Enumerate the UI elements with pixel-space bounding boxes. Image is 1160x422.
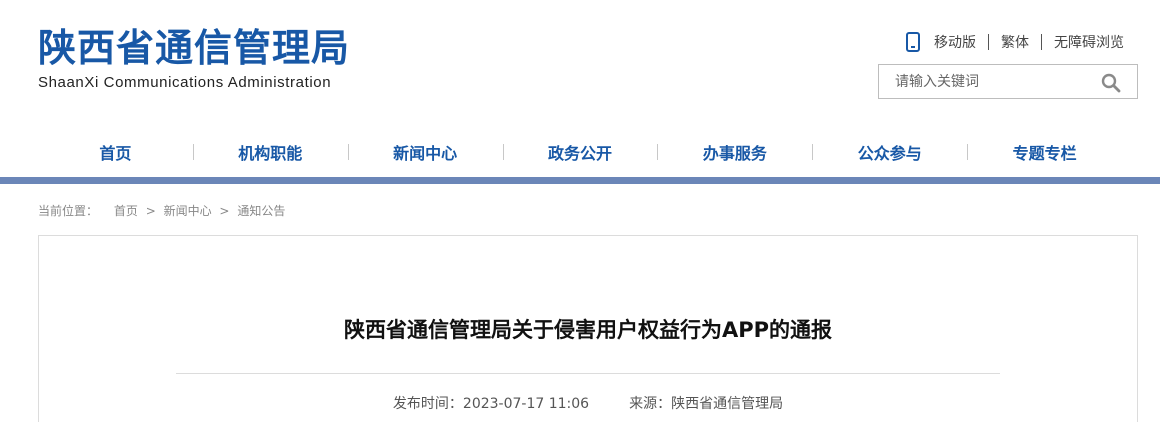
title-divider bbox=[176, 373, 1000, 374]
link-divider bbox=[1041, 34, 1042, 50]
top-links: 移动版 繁体 无障碍浏览 bbox=[906, 32, 1124, 52]
article-source: 陕西省通信管理局 bbox=[671, 396, 784, 412]
link-divider bbox=[988, 34, 989, 50]
publish-time-label: 发布时间： bbox=[392, 396, 463, 412]
nav-item-news[interactable]: 新闻中心 bbox=[347, 140, 503, 164]
breadcrumb-separator: > bbox=[145, 204, 156, 218]
nav-underline-bar bbox=[0, 177, 1160, 184]
breadcrumb-separator: > bbox=[219, 204, 230, 218]
nav-item-organization[interactable]: 机构职能 bbox=[192, 140, 348, 164]
nav-item-special-topics[interactable]: 专题专栏 bbox=[967, 140, 1122, 164]
accessibility-link[interactable]: 无障碍浏览 bbox=[1054, 32, 1124, 52]
site-title[interactable]: 陕西省通信管理局 bbox=[38, 24, 350, 72]
mobile-version-link[interactable]: 移动版 bbox=[934, 32, 976, 52]
nav-item-home[interactable]: 首页 bbox=[38, 140, 193, 164]
breadcrumb-item-notices[interactable]: 通知公告 bbox=[237, 204, 285, 218]
breadcrumb-item-home[interactable]: 首页 bbox=[114, 204, 138, 218]
breadcrumb-item-news[interactable]: 新闻中心 bbox=[164, 204, 212, 218]
breadcrumb: 当前位置： 首页 > 新闻中心 > 通知公告 bbox=[38, 202, 285, 219]
site-subtitle: ShaanXi Communications Administration bbox=[38, 74, 332, 91]
source-label: 来源： bbox=[629, 396, 672, 412]
main-nav: 首页 机构职能 新闻中心 政务公开 办事服务 公众参与 专题专栏 bbox=[0, 128, 1160, 176]
search-box bbox=[878, 64, 1138, 99]
site-header: 陕西省通信管理局 ShaanXi Communications Administ… bbox=[0, 0, 1160, 120]
search-input[interactable] bbox=[879, 65, 1094, 98]
article-title: 陕西省通信管理局关于侵害用户权益行为APP的通报 bbox=[343, 318, 833, 342]
nav-item-services[interactable]: 办事服务 bbox=[657, 140, 812, 164]
nav-item-public-participation[interactable]: 公众参与 bbox=[812, 140, 967, 164]
publish-time: 2023-07-17 11:06 bbox=[462, 396, 590, 412]
traditional-chinese-link[interactable]: 繁体 bbox=[1001, 32, 1029, 52]
article-panel: 陕西省通信管理局关于侵害用户权益行为APP的通报 发布时间：2023-07-17… bbox=[38, 235, 1138, 422]
search-icon[interactable] bbox=[1101, 73, 1121, 93]
mobile-phone-icon bbox=[906, 32, 920, 52]
article-meta: 发布时间：2023-07-17 11:06 来源：陕西省通信管理局 bbox=[39, 393, 1137, 413]
breadcrumb-label: 当前位置： bbox=[38, 204, 99, 218]
nav-item-government-affairs[interactable]: 政务公开 bbox=[502, 140, 658, 164]
